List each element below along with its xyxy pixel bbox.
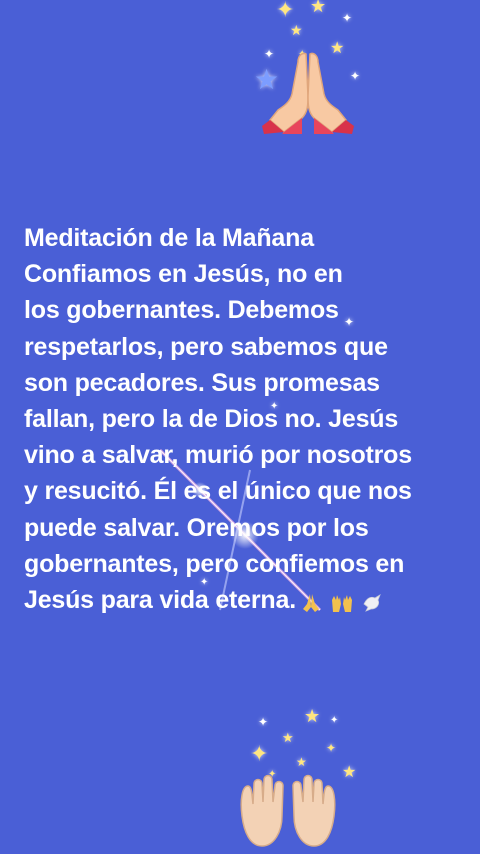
sparkle-icon: ★ <box>304 706 321 727</box>
story-canvas: ✦ ★ ✦ ★ ★ ★ ✦ ✦ ✦ ✦ ✦ ✦ Meditación de la… <box>0 0 480 854</box>
message-line: fallan, pero la de Dios no. Jesús <box>24 405 399 434</box>
message-title: Meditación de la Mañana <box>24 224 314 252</box>
message-line: gobernantes, pero confiemos en <box>24 549 405 578</box>
sparkle-icon: ★ <box>296 755 307 769</box>
folded-hands-icon <box>302 593 319 612</box>
message-line: Confiamos en Jesús, no en <box>24 260 343 289</box>
message-line-text: Jesús para vida eterna. <box>24 586 296 615</box>
meditation-text: Meditación de la Mañana Confiamos en Jes… <box>24 220 454 620</box>
dove-icon <box>363 593 382 612</box>
sparkle-icon: ★ <box>282 731 294 746</box>
sparkle-icon: ✦ <box>258 715 269 729</box>
message-line: vino a salvar, murió por nosotros <box>24 441 412 470</box>
sparkle-icon: ★ <box>310 0 327 17</box>
palms-up-together-icon <box>240 774 336 847</box>
sparkle-icon: ✦ <box>342 11 353 25</box>
folded-hands-icon <box>262 52 354 134</box>
trailing-emojis <box>300 583 384 619</box>
message-line: los gobernantes. Debemos <box>24 296 339 325</box>
sparkle-icon: ★ <box>342 762 357 781</box>
message-line: son pecadores. Sus promesas <box>24 368 380 397</box>
sparkle-icon: ✦ <box>330 715 339 726</box>
raised-hands-icon <box>331 594 352 612</box>
sparkle-icon: ✦ <box>326 741 337 755</box>
sparkle-icon: ★ <box>290 23 303 39</box>
message-line: puede salvar. Oremos por los <box>24 513 369 542</box>
message-line-last: Jesús para vida eterna. <box>24 582 454 619</box>
sparkle-icon: ✦ <box>276 0 295 23</box>
sparkle-icon: ✦ <box>250 742 269 767</box>
message-line: respetarlos, pero sabemos que <box>24 332 388 361</box>
message-line: y resucitó. Él es el único que nos <box>24 477 412 506</box>
